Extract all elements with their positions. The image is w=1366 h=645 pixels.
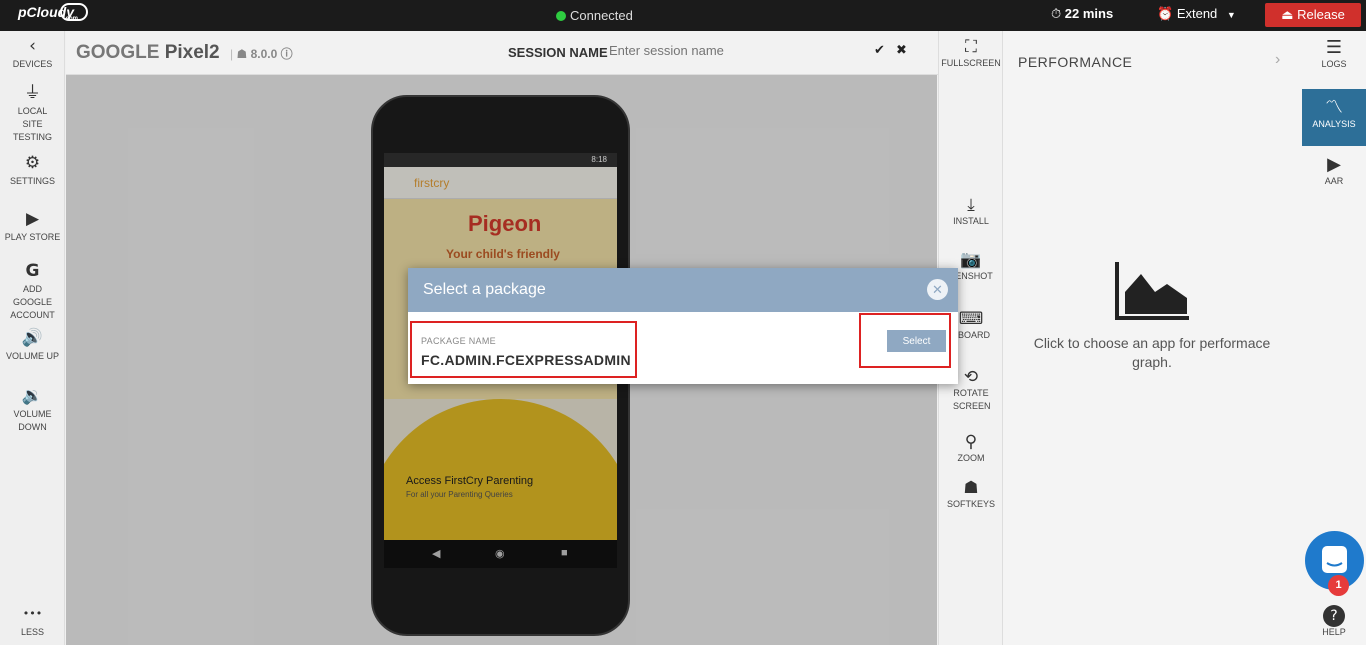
sidebar-item-label: SETTINGS: [9, 176, 55, 186]
os-version: | ☗ 8.0.0 ⓘ: [230, 47, 293, 61]
sidebar-item-label: VOLUME DOWN: [13, 409, 52, 432]
session-timer: ⏱ 22 mins: [1051, 6, 1113, 22]
volume-down-icon: 🔉: [21, 386, 44, 406]
select-package-dialog: Select a package ✕ PACKAGE NAME FC.ADMIN…: [408, 268, 958, 384]
close-icon[interactable]: ✖: [896, 43, 907, 58]
notification-badge: 1: [1328, 575, 1349, 596]
status-dot-icon: [556, 11, 566, 21]
sidebar-item-label: PLAY STORE: [4, 232, 61, 242]
timer-label: 22 mins: [1064, 6, 1114, 21]
sidebar-item-label: HELP: [1322, 627, 1346, 637]
toolbar-label: SOFTKEYS: [946, 499, 995, 509]
info-icon[interactable]: ⓘ: [281, 47, 293, 61]
pcloudy-logo[interactable]: pCloudy .com: [18, 3, 88, 22]
device-brand: GOOGLE: [76, 42, 160, 63]
package-field[interactable]: PACKAGE NAME FC.ADMIN.FCEXPRESSADMIN: [410, 321, 637, 378]
sidebar-item-label: ADD GOOGLE ACCOUNT: [10, 284, 55, 320]
device-header: GOOGLE Pixel2 | ☗ 8.0.0 ⓘ SESSION NAME ✔…: [66, 31, 1003, 75]
google-icon: G: [25, 261, 40, 281]
connection-label: Connected: [570, 8, 633, 23]
more-dots-icon: •••: [22, 607, 43, 620]
toolbar-label: ROTATE SCREEN: [953, 388, 991, 411]
download-icon: ⤓: [967, 195, 975, 215]
gear-icon: ⚙: [24, 153, 41, 173]
sidebar-item-add-google-account[interactable]: G ADD GOOGLE ACCOUNT: [0, 261, 65, 322]
help-icon: ?: [1323, 605, 1345, 627]
volume-up-icon: 🔊: [21, 328, 44, 348]
sidebar-item-label: AAR: [1324, 176, 1344, 186]
sidebar-item-logs[interactable]: ☰ LOGS: [1302, 37, 1366, 89]
chevron-left-icon: ‹: [29, 36, 36, 56]
android-icon: ☗: [963, 478, 979, 498]
sidebar-item-less[interactable]: ••• LESS: [0, 604, 65, 639]
video-icon: ▶: [1327, 154, 1341, 175]
version-label: 8.0.0: [250, 47, 278, 61]
stopwatch-icon: ⏱: [1051, 7, 1062, 22]
select-highlight: Select: [859, 313, 951, 368]
select-button[interactable]: Select: [887, 330, 946, 352]
device-model: Pixel2: [164, 42, 220, 63]
camera-icon: 📷: [960, 250, 982, 270]
sidebar-item-label: LOCAL SITE TESTING: [12, 106, 52, 142]
check-icon[interactable]: ✔: [874, 43, 885, 58]
top-bar: pCloudy .com Connected ⏱ 22 mins ⏰ Exten…: [0, 0, 1366, 31]
sidebar-item-label: VOLUME UP: [5, 351, 59, 361]
toolbar-label: ZOOM: [957, 453, 985, 463]
performance-title: PERFORMANCE: [1018, 54, 1133, 70]
toolbar-label: INSTALL: [953, 216, 989, 226]
sidebar-item-play-store[interactable]: ▶ PLAY STORE: [0, 209, 65, 244]
session-name-label: SESSION NAME: [508, 45, 608, 60]
sidebar-item-aar[interactable]: ▶ AAR: [1302, 154, 1366, 186]
fullscreen-icon: ⛶: [965, 37, 977, 57]
play-icon: ▶: [25, 209, 40, 229]
device-name: GOOGLE Pixel2: [76, 42, 220, 64]
eject-icon: ⏏: [1281, 8, 1294, 23]
android-icon: ☗: [236, 47, 248, 61]
area-chart-icon: [1115, 262, 1189, 320]
connection-status: Connected: [556, 8, 633, 23]
performance-panel: PERFORMANCE › Click to choose an app for…: [1003, 31, 1302, 645]
sidebar-item-devices[interactable]: ‹ DEVICES: [0, 36, 65, 71]
install-button[interactable]: ⤓ INSTALL: [939, 195, 1003, 228]
logo-sub: .com: [64, 16, 79, 22]
package-label: PACKAGE NAME: [421, 336, 496, 346]
sidebar-item-label: LESS: [20, 627, 44, 637]
sidebar-item-label: DEVICES: [12, 59, 53, 69]
extend-label: Extend: [1176, 6, 1218, 21]
logs-icon: ☰: [1325, 37, 1343, 58]
left-sidebar: ‹ DEVICES ⏚ LOCAL SITE TESTING ⚙ SETTING…: [0, 31, 65, 645]
release-button[interactable]: ⏏ Release: [1265, 3, 1361, 27]
performance-message: Click to choose an app for performace gr…: [1033, 335, 1271, 370]
zoom-control[interactable]: ⚲ ZOOM: [939, 432, 1003, 465]
close-icon[interactable]: ✕: [927, 279, 948, 300]
fullscreen-button[interactable]: ⛶ FULLSCREEN: [939, 37, 1003, 70]
sidebar-item-label: LOGS: [1321, 59, 1347, 69]
sidebar-item-label: ANALYSIS: [1312, 119, 1356, 129]
sidebar-item-settings[interactable]: ⚙ SETTINGS: [0, 153, 65, 188]
chevron-right-icon[interactable]: ›: [1275, 51, 1280, 69]
sidebar-item-help[interactable]: ? HELP: [1302, 605, 1366, 637]
toolbar-label: FULLSCREEN: [941, 58, 1001, 68]
sidebar-item-local-site-testing[interactable]: ⏚ LOCAL SITE TESTING: [0, 83, 65, 144]
softkeys-button[interactable]: ☗ SOFTKEYS: [939, 478, 1003, 511]
analysis-icon: 〽: [1325, 97, 1343, 118]
usb-icon: ⏚: [24, 83, 41, 103]
session-name-input[interactable]: [609, 43, 809, 58]
extend-dropdown[interactable]: ⏰ Extend ▼: [1157, 6, 1236, 22]
release-label: Release: [1297, 7, 1345, 22]
sidebar-item-analysis[interactable]: 〽 ANALYSIS: [1302, 89, 1366, 146]
alarm-icon: ⏰: [1157, 7, 1174, 22]
sidebar-item-volume-up[interactable]: 🔊 VOLUME UP: [0, 328, 65, 363]
chevron-down-icon: ▼: [1226, 10, 1236, 20]
zoom-icon: ⚲: [964, 432, 978, 452]
sidebar-item-volume-down[interactable]: 🔉 VOLUME DOWN: [0, 386, 65, 434]
package-name: FC.ADMIN.FCEXPRESSADMIN: [421, 352, 631, 368]
dialog-title: Select a package: [408, 268, 958, 312]
